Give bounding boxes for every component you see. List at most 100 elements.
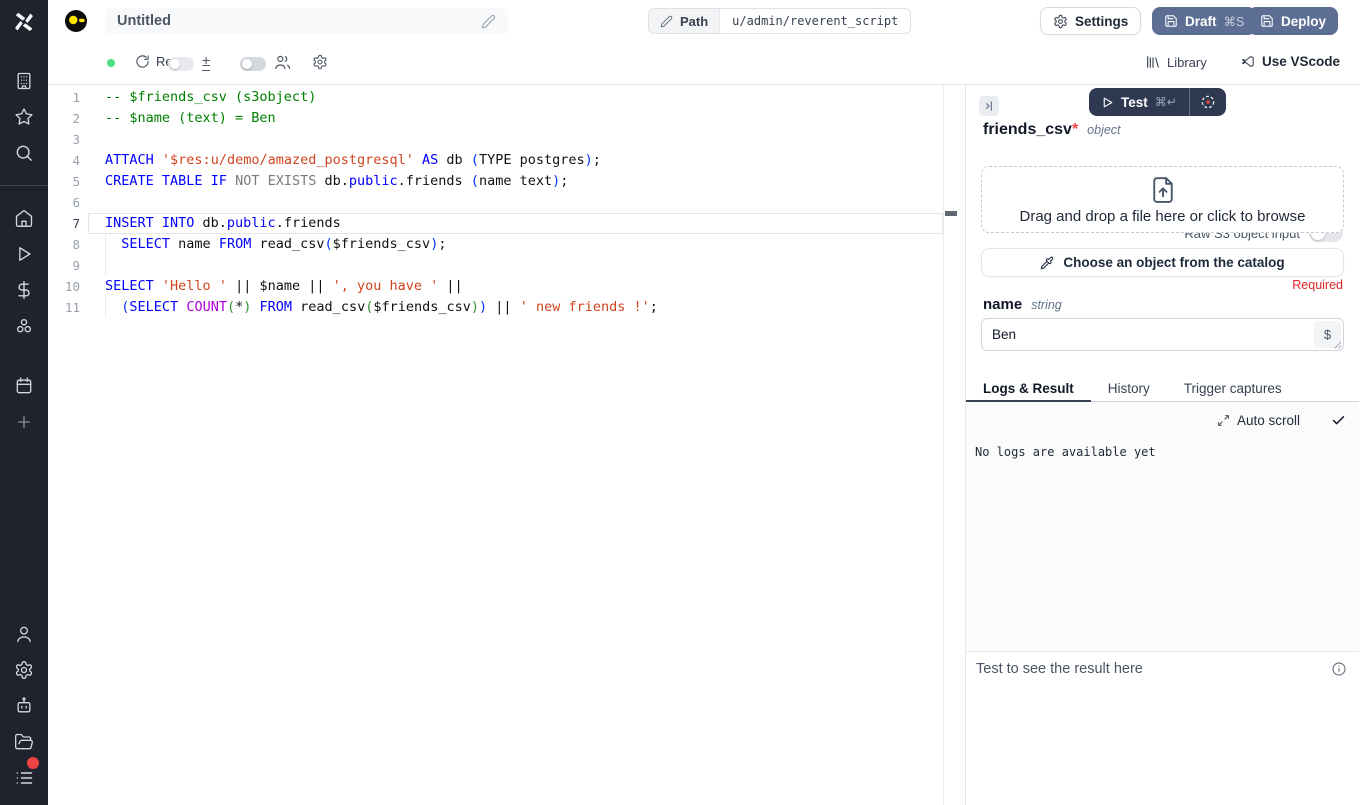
line-number: 2 [48,108,80,129]
code-line-9[interactable]: 9 [48,255,943,276]
collapse-panel-icon[interactable] [979,96,999,116]
library-button[interactable]: Library [1145,54,1207,70]
diff-mode-toggle[interactable] [168,57,194,71]
expand-icon [1217,414,1230,427]
code-line-11[interactable]: 11 (SELECT COUNT(*) FROM read_csv($frien… [48,297,943,318]
auto-scroll-control[interactable]: Auto scroll [1217,413,1346,428]
resize-handle-icon[interactable] [1334,341,1342,349]
name-input-value: Ben [992,327,1016,342]
code-line-3[interactable]: 3 [48,129,943,150]
deploy-label: Deploy [1281,14,1326,29]
line-number: 6 [48,192,80,213]
use-vscode-label: Use VScode [1262,54,1340,69]
draft-button[interactable]: Draft ⌘S [1152,7,1256,35]
editor-settings-button[interactable] [312,54,328,70]
field-type: object [1087,123,1120,137]
code-line-8[interactable]: 8 SELECT name FROM read_csv($friends_csv… [48,234,943,255]
name-input[interactable]: Ben $ [981,318,1344,351]
line-number: 11 [48,297,80,318]
vscode-icon [1241,54,1256,69]
code-line-7[interactable]: 7 INSERT INTO db.public.friends [48,213,943,234]
right-panel: Test ⌘↵ friends_csv* object [966,85,1359,805]
info-icon [1331,661,1347,677]
user-icon[interactable] [0,621,48,647]
code-line-2[interactable]: 2-- $name (text) = Ben [48,108,943,129]
runs-play-icon[interactable] [0,241,48,267]
schedules-calendar-icon[interactable] [0,373,48,399]
field-name: friends_csv* [983,121,1078,139]
code-editor[interactable]: 1-- $friends_csv (s3object)2-- $name (te… [48,85,966,805]
menu-list-icon[interactable] [0,765,48,791]
capture-icon [1200,94,1216,110]
deploy-button[interactable]: Deploy [1248,7,1338,35]
path-chip[interactable]: Path [649,9,720,33]
script-title: Untitled [117,13,481,29]
gear-icon [1053,14,1068,29]
choose-object-button[interactable]: Choose an object from the catalog [981,248,1344,277]
capture-button[interactable] [1190,88,1226,116]
line-number: 4 [48,150,80,171]
ai-robot-icon[interactable] [0,693,48,719]
windmill-logo-icon[interactable] [0,9,48,35]
code-line-5[interactable]: 5CREATE TABLE IF NOT EXISTS db.public.fr… [48,171,943,192]
add-plus-icon[interactable] [0,409,48,435]
tab-logs-result[interactable]: Logs & Result [966,377,1091,401]
cursor-position-marker [945,211,957,216]
favorites-star-icon[interactable] [0,104,48,130]
app: Untitled Path u/admin/reverent_script [0,0,1360,805]
result-placeholder: Test to see the result here [976,661,1143,677]
field-name: name [983,296,1022,313]
auto-scroll-label: Auto scroll [1237,413,1300,428]
line-number: 7 [48,213,80,234]
code-text: SELECT 'Hello ' || $name || ', you have … [105,276,463,297]
save-icon [1260,14,1274,28]
notification-dot [27,757,39,769]
code-text: INSERT INTO db.public.friends [105,213,341,234]
main-area: Untitled Path u/admin/reverent_script [48,0,1360,805]
use-vscode-button[interactable]: Use VScode [1241,54,1340,69]
folders-icon[interactable] [0,729,48,755]
topbar: Untitled Path u/admin/reverent_script [48,0,1360,42]
required-asterisk: * [1072,121,1078,138]
code-line-4[interactable]: 4 ATTACH '$res:u/demo/amazed_postgresql' … [48,150,943,171]
gear-icon [312,54,328,70]
home-icon[interactable] [0,205,48,231]
code-line-10[interactable]: 10SELECT 'Hello ' || $name || ', you hav… [48,276,943,297]
tab-history[interactable]: History [1091,377,1167,401]
result-placeholder-row: Test to see the result here [976,661,1347,677]
upload-file-icon [1148,175,1178,205]
overview-ruler[interactable] [943,85,965,805]
edit-title-pencil-icon[interactable] [481,14,496,29]
multiplayer-toggle[interactable] [240,57,266,71]
plus-minus-icon: ± [202,53,210,71]
panel-tabs: Logs & Result History Trigger captures [966,377,1359,402]
test-button[interactable]: Test ⌘↵ [1089,95,1189,110]
users-icon [274,54,291,71]
choose-object-label: Choose an object from the catalog [1063,255,1284,270]
result-divider [966,651,1359,652]
field-name-header: name string [983,296,1062,313]
code-line-1[interactable]: 1-- $friends_csv (s3object) [48,87,943,108]
code-text: ATTACH '$res:u/demo/amazed_postgresql' A… [105,150,601,171]
play-icon [1101,96,1114,109]
workspace-building-icon[interactable] [0,68,48,94]
variables-dollar-icon[interactable] [0,277,48,303]
test-button-group: Test ⌘↵ [1089,88,1226,116]
code-line-6[interactable]: 6 [48,192,943,213]
script-title-field[interactable]: Untitled [105,8,508,34]
path-widget[interactable]: Path u/admin/reverent_script [648,8,911,34]
resources-icon[interactable] [0,313,48,339]
dropzone-text: Drag and drop a file here or click to br… [1020,208,1306,225]
tab-trigger-captures[interactable]: Trigger captures [1167,377,1299,401]
settings-gear-icon[interactable] [0,657,48,683]
draft-label: Draft [1185,14,1217,29]
path-value: u/admin/reverent_script [720,9,910,33]
library-icon [1145,54,1161,70]
search-icon[interactable] [0,140,48,166]
file-dropzone[interactable]: Drag and drop a file here or click to br… [981,166,1344,233]
refresh-icon [135,54,150,69]
settings-button[interactable]: Settings [1040,7,1141,35]
library-label: Library [1167,55,1207,70]
logs-area [966,403,1359,651]
field-friends-csv-header: friends_csv* object [983,121,1121,139]
